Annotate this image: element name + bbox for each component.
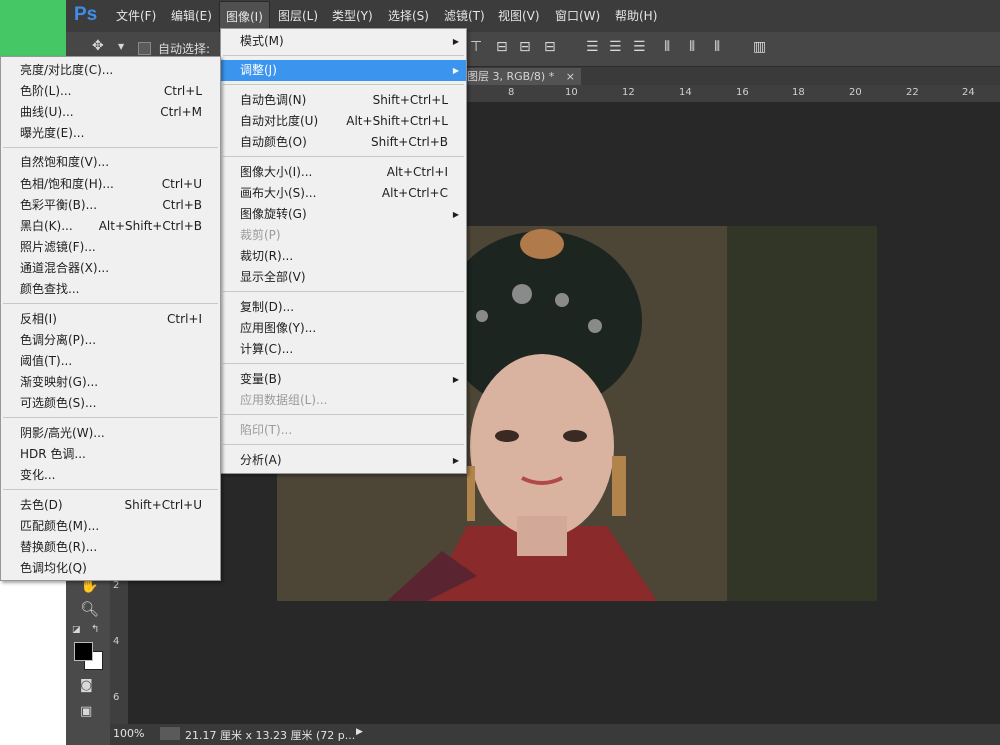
menu-item-equalize[interactable]: 色调均化(Q) <box>1 558 220 579</box>
ruler-number: 18 <box>792 87 805 98</box>
menu-item-analysis[interactable]: 分析(A) ▶ <box>221 450 466 471</box>
ruler-number: 20 <box>849 87 862 98</box>
menu-item-selective-color[interactable]: 可选颜色(S)... <box>1 393 220 414</box>
menu-item-auto-tone[interactable]: 自动色调(N) Shift+Ctrl+L <box>221 90 466 111</box>
desktop-background <box>0 0 66 56</box>
menu-item-hdr-toning[interactable]: HDR 色调... <box>1 444 220 465</box>
distribute-left-icon[interactable]: ⦀ <box>664 39 670 55</box>
menu-item-canvas-size[interactable]: 画布大小(S)... Alt+Ctrl+C <box>221 183 466 204</box>
doc-info-icon <box>160 727 180 740</box>
ruler-number: 24 <box>962 87 975 98</box>
adjustments-submenu: 亮度/对比度(C)... 色阶(L)... Ctrl+L 曲线(U)... Ctrl… <box>0 56 221 581</box>
document-tab-label: 图层 3, RGB/8) * <box>467 70 555 83</box>
menu-file[interactable]: 文件(F) <box>116 0 156 32</box>
menu-item-color-balance[interactable]: 色彩平衡(B)... Ctrl+B <box>1 195 220 216</box>
menu-item-auto-contrast[interactable]: 自动对比度(U) Alt+Shift+Ctrl+L <box>221 111 466 132</box>
menu-item-apply-image[interactable]: 应用图像(Y)... <box>221 318 466 339</box>
submenu-arrow-icon: ▶ <box>452 66 459 75</box>
menu-item-match-color[interactable]: 匹配颜色(M)... <box>1 516 220 537</box>
menu-item-hue-saturation[interactable]: 色相/饱和度(H)... Ctrl+U <box>1 174 220 195</box>
menu-help[interactable]: 帮助(H) <box>615 0 657 32</box>
menu-item-gradient-map[interactable]: 渐变映射(G)... <box>1 372 220 393</box>
menu-item-replace-color[interactable]: 替换颜色(R)... <box>1 537 220 558</box>
chevron-down-icon[interactable]: ▼ <box>118 42 124 51</box>
menu-view[interactable]: 视图(V) <box>498 0 540 32</box>
menu-item-auto-color[interactable]: 自动颜色(O) Shift+Ctrl+B <box>221 132 466 153</box>
ruler-number: 6 <box>113 692 120 703</box>
zoom-level[interactable]: 100% <box>113 727 144 740</box>
menu-item-channel-mixer[interactable]: 通道混合器(X)... <box>1 258 220 279</box>
status-bar: 100% 21.17 厘米 x 13.23 厘米 (72 p... ▶ <box>110 724 1000 745</box>
menu-item-mode[interactable]: 模式(M) ▶ <box>221 31 466 52</box>
menu-item-variations[interactable]: 变化... <box>1 465 220 486</box>
ruler-number: 22 <box>906 87 919 98</box>
default-colors-icon[interactable]: ◪ <box>72 625 81 635</box>
menu-item-levels[interactable]: 色阶(L)... Ctrl+L <box>1 81 220 102</box>
ruler-number: 4 <box>113 636 120 647</box>
foreground-color-swatch[interactable] <box>74 642 93 661</box>
menu-item-trap: 陷印(T)... <box>240 423 293 437</box>
align-top-icon[interactable]: ⊤ <box>470 39 482 55</box>
submenu-arrow-icon: ▶ <box>452 456 459 465</box>
distribute-right-icon[interactable]: ⦀ <box>714 39 720 55</box>
screen-mode-icon[interactable]: ▣ <box>80 704 92 719</box>
distribute-top-icon[interactable]: ☰ <box>586 39 599 55</box>
distribute-vcenter-icon[interactable]: ☰ <box>609 39 622 55</box>
ruler-number: 10 <box>565 87 578 98</box>
auto-align-icon[interactable]: ▥ <box>753 39 766 55</box>
submenu-arrow-icon: ▶ <box>452 375 459 384</box>
menu-window[interactable]: 窗口(W) <box>555 0 600 32</box>
status-menu-arrow-icon[interactable]: ▶ <box>356 727 363 737</box>
menu-item-duplicate[interactable]: 复制(D)... <box>221 297 466 318</box>
menu-item-posterize[interactable]: 色调分离(P)... <box>1 330 220 351</box>
menu-item-crop: 裁剪(P) <box>240 228 281 242</box>
menu-item-black-white[interactable]: 黑白(K)... Alt+Shift+Ctrl+B <box>1 216 220 237</box>
document-tab[interactable]: 图层 3, RGB/8) * × <box>465 68 581 85</box>
ruler-number: 16 <box>736 87 749 98</box>
swap-colors-icon[interactable]: ↰ <box>91 624 99 635</box>
menu-item-desaturate[interactable]: 去色(D) Shift+Ctrl+U <box>1 495 220 516</box>
align-vcenter-icon[interactable]: ⊟ <box>496 39 508 55</box>
menu-item-brightness-contrast[interactable]: 亮度/对比度(C)... <box>1 60 220 81</box>
submenu-arrow-icon: ▶ <box>452 210 459 219</box>
menu-item-invert[interactable]: 反相(I) Ctrl+I <box>1 309 220 330</box>
menu-item-apply-data-set: 应用数据组(L)... <box>240 393 328 407</box>
align-bottom-icon[interactable]: ⊟ <box>519 39 531 55</box>
menu-item-image-rotation[interactable]: 图像旋转(G) ▶ <box>221 204 466 225</box>
ruler-number: 8 <box>508 87 515 98</box>
menu-item-exposure[interactable]: 曝光度(E)... <box>1 123 220 144</box>
menu-item-adjustments[interactable]: 调整(J) ▶ <box>221 60 466 81</box>
auto-select-label: 自动选择: <box>158 42 211 56</box>
menu-item-curves[interactable]: 曲线(U)... Ctrl+M <box>1 102 220 123</box>
ruler-number: 12 <box>622 87 635 98</box>
menu-item-vibrance[interactable]: 自然饱和度(V)... <box>1 152 220 173</box>
menu-item-shadows-highlights[interactable]: 阴影/高光(W)... <box>1 423 220 444</box>
submenu-arrow-icon: ▶ <box>452 37 459 46</box>
menu-item-calculations[interactable]: 计算(C)... <box>221 339 466 360</box>
auto-select-checkbox[interactable] <box>138 42 151 55</box>
distribute-hcenter-icon[interactable]: ⦀ <box>689 39 695 55</box>
menu-edit[interactable]: 编辑(E) <box>171 0 212 32</box>
ruler-number: 2 <box>113 580 120 591</box>
menu-item-variables[interactable]: 变量(B) ▶ <box>221 369 466 390</box>
image-menu: 模式(M) ▶ 调整(J) ▶ 自动色调(N) Shift+Ctrl+L 自动对比度(… <box>220 28 467 474</box>
distribute-bottom-icon[interactable]: ☰ <box>633 39 646 55</box>
move-tool-icon[interactable]: ✥ <box>92 38 104 54</box>
zoom-tool-icon[interactable]: 🔍︎ <box>80 600 99 618</box>
align-left-icon[interactable]: ⊟ <box>544 39 556 55</box>
ruler-number: 14 <box>679 87 692 98</box>
menu-item-trim[interactable]: 裁切(R)... <box>221 246 466 267</box>
close-icon[interactable]: × <box>566 70 575 83</box>
ps-logo: Ps <box>74 4 98 25</box>
menu-item-image-size[interactable]: 图像大小(I)... Alt+Ctrl+I <box>221 162 466 183</box>
menu-item-color-lookup[interactable]: 颜色查找... <box>1 279 220 300</box>
menu-item-threshold[interactable]: 阈值(T)... <box>1 351 220 372</box>
menu-item-reveal-all[interactable]: 显示全部(V) <box>221 267 466 288</box>
quick-mask-icon[interactable]: ◙ <box>80 678 93 693</box>
document-info: 21.17 厘米 x 13.23 厘米 (72 p... <box>185 729 356 742</box>
menu-item-photo-filter[interactable]: 照片滤镜(F)... <box>1 237 220 258</box>
